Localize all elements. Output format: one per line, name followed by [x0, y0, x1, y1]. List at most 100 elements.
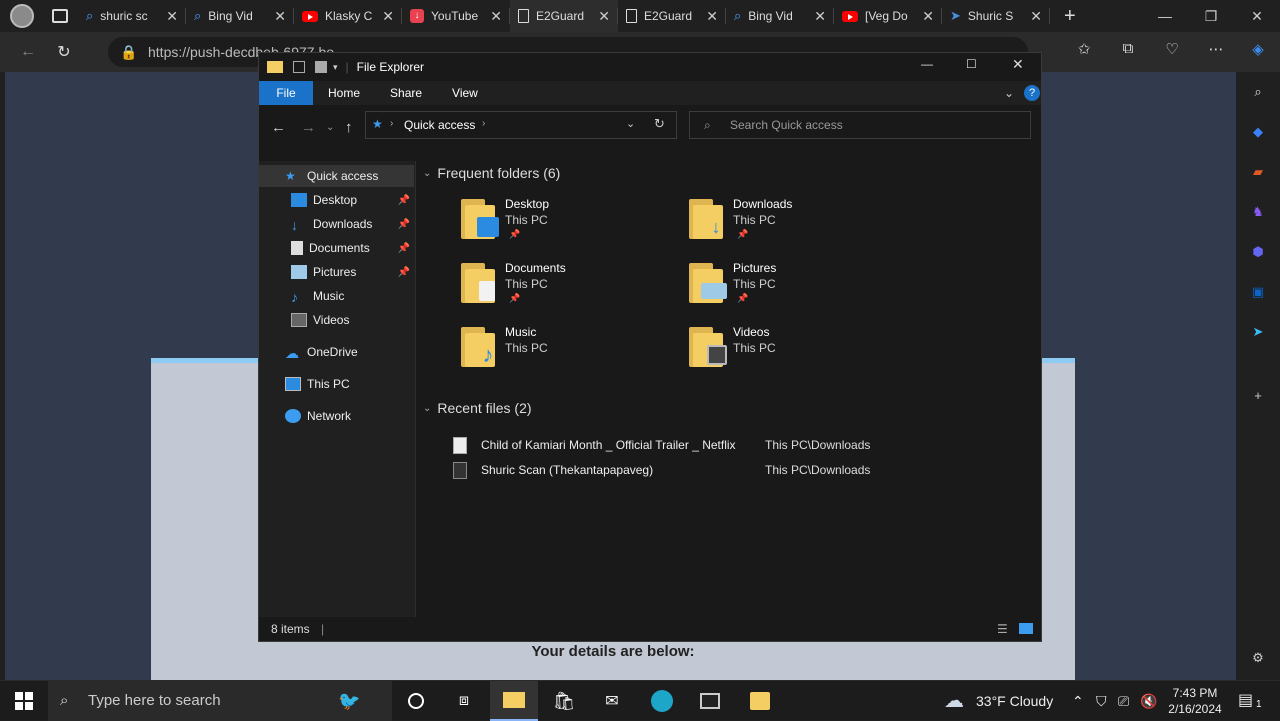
- browser-tab[interactable]: ⌕ shuric sc ✕: [78, 0, 186, 32]
- browser-tab[interactable]: Klasky C ✕: [294, 0, 402, 32]
- close-icon[interactable]: ✕: [1012, 56, 1024, 73]
- browser-tab[interactable]: ⌕ Bing Vid ✕: [186, 0, 294, 32]
- browser-tab[interactable]: ⌕ Bing Vid ✕: [726, 0, 834, 32]
- nav-item-desktop[interactable]: Desktop 📌: [259, 189, 414, 211]
- back-arrow-icon[interactable]: ←: [10, 43, 46, 61]
- show-hidden-icons-icon[interactable]: ⌃: [1072, 681, 1084, 721]
- frequent-folders-header[interactable]: ⌄ Frequent folders (6): [423, 165, 560, 181]
- close-tab-icon[interactable]: ✕: [382, 8, 394, 25]
- nav-item-network[interactable]: Network: [259, 405, 414, 427]
- close-tab-icon[interactable]: ✕: [706, 8, 718, 25]
- close-tab-icon[interactable]: ✕: [598, 8, 610, 25]
- address-bar[interactable]: ★ › Quick access › ⌄ ↻: [365, 111, 677, 139]
- properties-icon[interactable]: [293, 61, 305, 73]
- recent-file-row[interactable]: Child of Kamiari Month _ Official Traile…: [453, 434, 1013, 456]
- more-menu-icon[interactable]: ⋯: [1204, 40, 1228, 58]
- nav-item-this-pc[interactable]: This PC: [259, 373, 414, 395]
- windows-start-icon[interactable]: [0, 681, 48, 721]
- minimize-icon[interactable]: —: [1142, 0, 1188, 32]
- add-icon[interactable]: +: [1248, 386, 1268, 406]
- close-icon[interactable]: ✕: [1234, 0, 1280, 32]
- send-icon[interactable]: ➤: [1248, 322, 1268, 342]
- copilot-icon[interactable]: ◈: [1246, 40, 1270, 58]
- store-icon[interactable]: 🛍: [540, 681, 588, 721]
- forward-arrow-icon[interactable]: →: [301, 119, 316, 136]
- games-icon[interactable]: ♞: [1248, 202, 1268, 222]
- refresh-icon[interactable]: ↻: [654, 116, 665, 132]
- task-view-icon[interactable]: ⧈: [440, 681, 488, 721]
- tab-file[interactable]: File: [259, 81, 313, 105]
- terminal-app-icon[interactable]: [686, 681, 734, 721]
- up-arrow-icon[interactable]: ↑: [345, 119, 353, 136]
- details-view-icon[interactable]: ☰: [997, 617, 1008, 641]
- network-status-icon[interactable]: ⎚: [1118, 681, 1129, 721]
- browser-tab[interactable]: [Veg Do ✕: [834, 0, 942, 32]
- close-tab-icon[interactable]: ✕: [490, 8, 502, 25]
- cortana-icon[interactable]: [392, 681, 440, 721]
- file-explorer-taskbar-icon[interactable]: [490, 681, 538, 721]
- nav-item-pictures[interactable]: Pictures 📌: [259, 261, 414, 283]
- settings-icon[interactable]: ⚙: [1248, 648, 1268, 668]
- tools-icon[interactable]: ▰: [1248, 162, 1268, 182]
- recent-locations-icon[interactable]: ⌄: [326, 122, 334, 133]
- folder-tile[interactable]: ↓ Downloads This PC 📌: [687, 197, 907, 257]
- close-tab-icon[interactable]: ✕: [814, 8, 826, 25]
- collections-icon[interactable]: ⧉: [1116, 40, 1140, 57]
- favorites-icon[interactable]: ✩: [1072, 40, 1096, 58]
- recent-file-row[interactable]: Shuric Scan (Thekantapapaveg) This PC\Do…: [453, 459, 1013, 481]
- weather-text[interactable]: 33°F Cloudy: [976, 681, 1053, 721]
- tab-home[interactable]: Home: [313, 81, 375, 105]
- close-tab-icon[interactable]: ✕: [1030, 8, 1042, 25]
- back-arrow-icon[interactable]: ←: [271, 119, 286, 136]
- close-tab-icon[interactable]: ✕: [922, 8, 934, 25]
- address-dropdown-icon[interactable]: ⌄: [626, 117, 635, 130]
- tab-view[interactable]: View: [437, 81, 493, 105]
- tab-actions-icon[interactable]: [52, 9, 68, 23]
- close-tab-icon[interactable]: ✕: [274, 8, 286, 25]
- nav-item-downloads[interactable]: ↓ Downloads 📌: [259, 213, 414, 235]
- folder-tile[interactable]: Pictures This PC 📌: [687, 261, 907, 321]
- shopping-tag-icon[interactable]: ◆: [1248, 122, 1268, 142]
- nav-item-documents[interactable]: Documents 📌: [259, 237, 414, 259]
- recent-files-header[interactable]: ⌄ Recent files (2): [423, 400, 532, 416]
- security-icon[interactable]: ⛉: [1096, 681, 1107, 721]
- browser-tab[interactable]: E2Guard ✕: [618, 0, 726, 32]
- new-tab-icon[interactable]: +: [1064, 5, 1076, 28]
- help-icon[interactable]: ?: [1024, 85, 1040, 101]
- refresh-icon[interactable]: ↻: [46, 42, 82, 62]
- tab-share[interactable]: Share: [375, 81, 437, 105]
- maximize-icon[interactable]: ❐: [1188, 0, 1234, 32]
- microsoft365-icon[interactable]: ⬢: [1248, 242, 1268, 262]
- folder-tile[interactable]: Documents This PC 📌: [459, 261, 679, 321]
- outlook-icon[interactable]: ▣: [1248, 282, 1268, 302]
- new-folder-icon[interactable]: [315, 61, 327, 73]
- taskbar-search-input[interactable]: ⌕ Type here to search 🐦: [48, 681, 392, 721]
- explorer-search-input[interactable]: ⌕ Search Quick access: [689, 111, 1031, 139]
- minimize-icon[interactable]: —: [921, 57, 933, 71]
- search-icon[interactable]: ⌕: [1248, 82, 1268, 102]
- nav-item-quick-access[interactable]: ★ Quick access: [259, 165, 414, 187]
- pin-icon: 📌: [509, 229, 521, 239]
- close-tab-icon[interactable]: ✕: [166, 8, 178, 25]
- clock[interactable]: 7:43 PM 2/16/2024: [1162, 685, 1228, 717]
- edge-browser-icon[interactable]: [638, 681, 686, 721]
- folder-tile[interactable]: Desktop This PC 📌: [459, 197, 679, 257]
- nav-item-videos[interactable]: Videos: [259, 309, 414, 331]
- expand-ribbon-icon[interactable]: ⌄: [1004, 86, 1014, 100]
- profile-avatar[interactable]: [10, 4, 34, 28]
- notifications-icon[interactable]: ▤: [1238, 681, 1253, 721]
- performance-icon[interactable]: ♡: [1160, 40, 1184, 58]
- folder-tile[interactable]: ♪ Music This PC: [459, 325, 679, 385]
- browser-tab[interactable]: ↓ YouTube ✕: [402, 0, 510, 32]
- folder-app-icon[interactable]: [736, 681, 784, 721]
- browser-tab-active[interactable]: E2Guard ✕: [510, 0, 618, 32]
- mail-icon[interactable]: ✉: [588, 681, 636, 721]
- quick-access-toolbar-dropdown-icon[interactable]: ▾: [333, 62, 338, 73]
- volume-muted-icon[interactable]: 🔇: [1140, 681, 1157, 721]
- nav-item-music[interactable]: ♪ Music: [259, 285, 414, 307]
- folder-tile[interactable]: Videos This PC: [687, 325, 907, 385]
- large-icons-view-icon[interactable]: [1019, 623, 1033, 634]
- nav-item-onedrive[interactable]: ☁ OneDrive: [259, 341, 414, 363]
- browser-tab[interactable]: ➤ Shuric S ✕: [942, 0, 1050, 32]
- maximize-icon[interactable]: ☐: [966, 57, 977, 71]
